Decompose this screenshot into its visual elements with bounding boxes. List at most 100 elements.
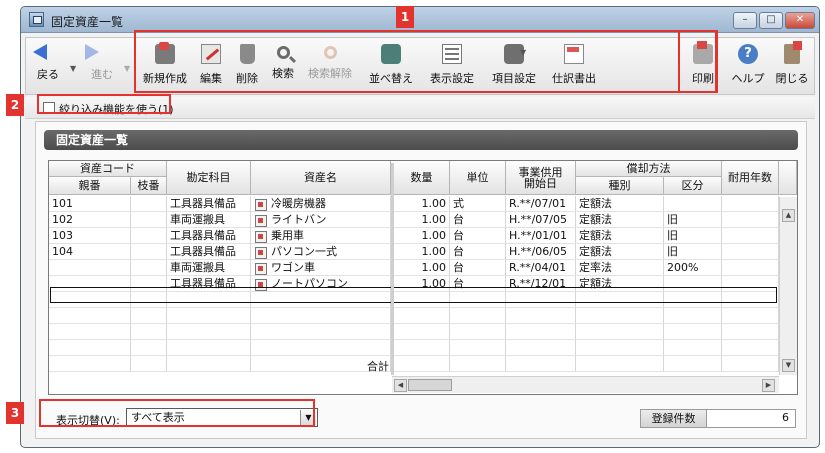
cell-start[interactable] [506, 324, 576, 340]
maximize-button[interactable]: □ [759, 12, 783, 29]
cell-start[interactable] [506, 308, 576, 324]
cell-unit[interactable] [450, 324, 506, 340]
cell-type[interactable]: 定額法 [576, 196, 664, 212]
cell-parent[interactable]: 101 [49, 196, 131, 212]
cell-name[interactable]: ライトバン [251, 212, 391, 228]
cell-name[interactable] [251, 308, 391, 324]
cell-division[interactable]: 旧 [664, 228, 722, 244]
back-button[interactable]: 戻る [30, 42, 66, 92]
close-button[interactable]: 閉じる [772, 41, 812, 92]
cell-division[interactable]: 旧 [664, 244, 722, 260]
cell-qty[interactable]: 1.00 [394, 260, 450, 276]
cell-account[interactable] [167, 356, 251, 372]
back-dropdown-icon[interactable]: ▼ [70, 64, 76, 73]
cell-start[interactable]: R.**/04/01 [506, 260, 576, 276]
header-parent-no[interactable]: 親番 [49, 177, 131, 195]
cell-start[interactable]: H.**/07/05 [506, 212, 576, 228]
cell-life[interactable] [722, 340, 779, 356]
cell-parent[interactable] [49, 340, 131, 356]
cell-type[interactable] [576, 340, 664, 356]
cell-parent[interactable]: 102 [49, 212, 131, 228]
cell-account[interactable] [167, 340, 251, 356]
cell-branch[interactable] [131, 324, 167, 340]
cell-branch[interactable] [131, 244, 167, 260]
horizontal-scroll-thumb[interactable] [408, 379, 452, 391]
cell-life[interactable] [722, 324, 779, 340]
cell-qty[interactable]: 1.00 [394, 228, 450, 244]
forward-dropdown-icon[interactable]: ▼ [124, 64, 130, 73]
cell-division[interactable]: 200% [664, 260, 722, 276]
cell-name[interactable]: 乗用車 [251, 228, 391, 244]
cell-branch[interactable] [131, 308, 167, 324]
header-quantity[interactable]: 数量 [394, 161, 450, 195]
cell-account[interactable]: 車両運搬具 [167, 260, 251, 276]
scroll-left-icon[interactable]: ◀ [394, 379, 407, 392]
cell-start[interactable]: H.**/06/05 [506, 244, 576, 260]
cell-division[interactable]: 旧 [664, 212, 722, 228]
cell-branch[interactable] [131, 356, 167, 372]
cell-life[interactable] [722, 356, 779, 372]
cell-type[interactable] [576, 308, 664, 324]
cell-account[interactable] [167, 308, 251, 324]
cell-type[interactable] [576, 324, 664, 340]
cell-start[interactable] [506, 356, 576, 372]
minimize-button[interactable]: – [733, 12, 757, 29]
cell-type[interactable]: 定額法 [576, 228, 664, 244]
cell-life[interactable] [722, 212, 779, 228]
horizontal-scrollbar[interactable]: ◀ ▶ [392, 376, 779, 393]
cell-unit[interactable]: 台 [450, 212, 506, 228]
cell-name[interactable]: 冷暖房機器 [251, 196, 391, 212]
header-service-start[interactable]: 事業供用 開始日 [506, 161, 576, 195]
header-account[interactable]: 勘定科目 [167, 161, 251, 195]
cell-unit[interactable] [450, 340, 506, 356]
scroll-up-icon[interactable]: ▲ [782, 209, 795, 222]
cell-parent[interactable]: 103 [49, 228, 131, 244]
cell-account[interactable]: 工具器具備品 [167, 244, 251, 260]
cell-account[interactable]: 工具器具備品 [167, 196, 251, 212]
cell-type[interactable]: 定率法 [576, 260, 664, 276]
cell-parent[interactable] [49, 260, 131, 276]
cell-account[interactable] [167, 324, 251, 340]
vertical-scrollbar[interactable]: ▲ ▼ [779, 197, 797, 375]
cell-division[interactable] [664, 340, 722, 356]
cell-branch[interactable] [131, 228, 167, 244]
cell-unit[interactable]: 台 [450, 260, 506, 276]
cell-life[interactable] [722, 228, 779, 244]
cell-branch[interactable] [131, 196, 167, 212]
cell-parent[interactable] [49, 324, 131, 340]
close-window-button[interactable]: ✕ [785, 12, 815, 29]
cell-parent[interactable] [49, 308, 131, 324]
forward-button[interactable]: 進む [82, 42, 122, 92]
cell-life[interactable] [722, 196, 779, 212]
cell-life[interactable] [722, 308, 779, 324]
cell-account[interactable]: 車両運搬具 [167, 212, 251, 228]
cell-qty[interactable]: 1.00 [394, 196, 450, 212]
cell-start[interactable] [506, 340, 576, 356]
cell-life[interactable] [722, 260, 779, 276]
cell-parent[interactable] [49, 356, 131, 372]
cell-unit[interactable] [450, 356, 506, 372]
cell-account[interactable]: 工具器具備品 [167, 228, 251, 244]
help-button[interactable]: ? ヘルプ [728, 42, 768, 92]
header-unit[interactable]: 単位 [450, 161, 506, 195]
cell-qty[interactable] [394, 324, 450, 340]
cell-branch[interactable] [131, 260, 167, 276]
cell-qty[interactable]: 1.00 [394, 244, 450, 260]
cell-parent[interactable]: 104 [49, 244, 131, 260]
scroll-down-icon[interactable]: ▼ [782, 359, 795, 372]
cell-type[interactable]: 定額法 [576, 212, 664, 228]
cell-unit[interactable]: 台 [450, 244, 506, 260]
cell-qty[interactable] [394, 308, 450, 324]
cell-division[interactable] [664, 308, 722, 324]
cell-unit[interactable]: 式 [450, 196, 506, 212]
cell-unit[interactable] [450, 308, 506, 324]
header-useful-life[interactable]: 耐用年数 [722, 161, 779, 195]
cell-name[interactable]: パソコン一式 [251, 244, 391, 260]
cell-branch[interactable] [131, 212, 167, 228]
cell-division[interactable] [664, 324, 722, 340]
scroll-right-icon[interactable]: ▶ [762, 379, 775, 392]
cell-life[interactable] [722, 244, 779, 260]
cell-qty[interactable] [394, 340, 450, 356]
cell-start[interactable]: H.**/01/01 [506, 228, 576, 244]
cell-type[interactable]: 定額法 [576, 244, 664, 260]
